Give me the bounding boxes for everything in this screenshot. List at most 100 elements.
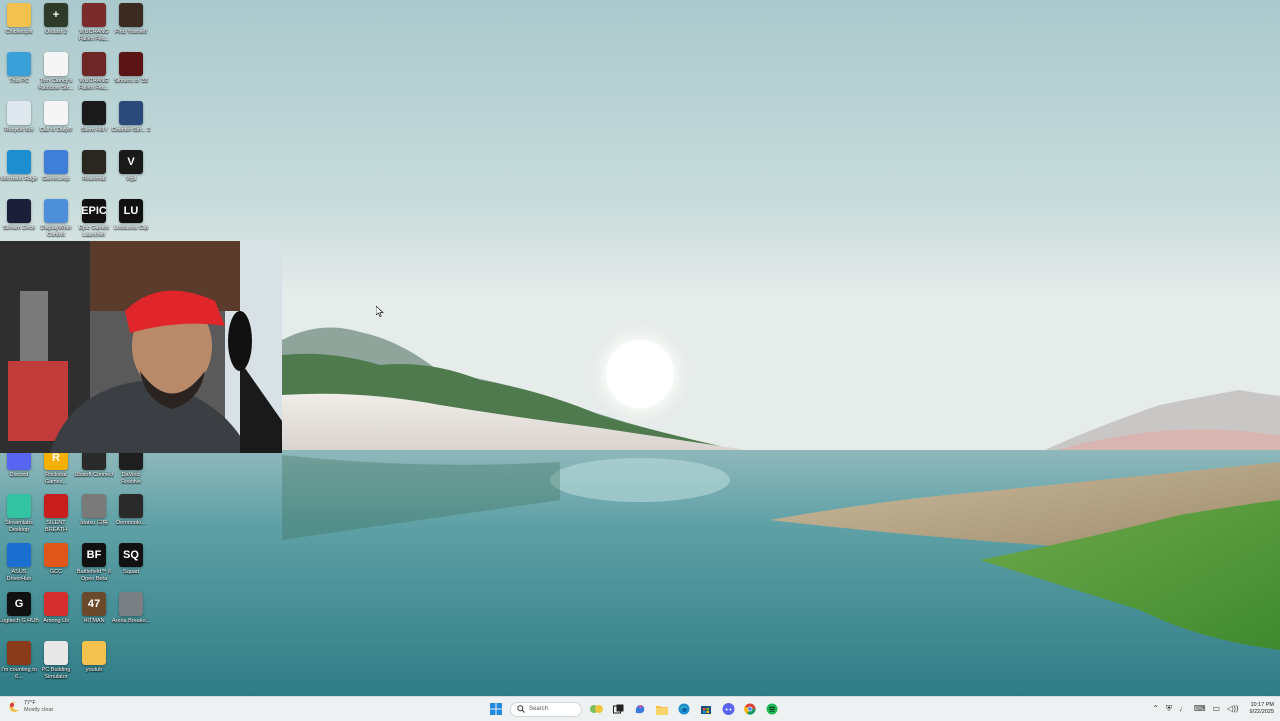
file-icon [44,52,68,76]
desktop-icon[interactable]: Recycle Bin [0,101,38,134]
desktop-icon[interactable]: + Outlast 2 [37,3,75,36]
taskbar-search-box[interactable]: Search [510,701,582,717]
webcam-overlay [0,241,282,453]
desktop-icon[interactable]: DisplayWrite Control [37,199,75,238]
spotify-button[interactable] [764,701,780,717]
desktop-icon[interactable]: EPIC Epic Games Launcher [75,199,113,238]
desktop-icon[interactable]: V Vigil [112,150,150,183]
desktop-icon[interactable]: youtub [75,641,113,674]
desktop-icon-label: Stream Deck [3,225,35,231]
weather-widget[interactable]: 77°F Mostly clear [8,700,53,714]
desktop-icon[interactable]: SILENT BREATH [37,494,75,533]
desktop-icon-label: Idatsu 目標 [80,520,108,526]
discord-button[interactable] [720,701,736,717]
desktop-icon-label: Silent Hill f [81,127,107,133]
weather-temperature: 77°F [24,700,36,706]
desktop-icon[interactable]: Silent Hill f [75,101,113,134]
stream-deck-icon [7,199,31,223]
display-icon [44,199,68,223]
desktop-icon[interactable]: LU LossLess Clip [112,199,150,232]
desktop-icon-label: Recycle Bin [4,127,34,133]
language-icon[interactable]: ⌨ [1194,705,1206,713]
demonologist-icon [119,494,143,518]
lossless-icon: LU [119,199,143,223]
desktop-icon[interactable]: Reanimal [75,150,113,183]
recycle-bin-icon [7,101,31,125]
gameloop-icon [44,150,68,174]
silent-hill-icon [82,101,106,125]
desktop-icon[interactable]: Demonolo... [112,494,150,527]
search-icon [517,705,525,713]
desktop-icon-label: Squad [123,569,139,575]
desktop-icon[interactable]: Idatsu 目標 [75,494,113,527]
reanimal-icon [82,150,106,174]
copilot-button[interactable] [632,701,648,717]
vigil-icon: V [119,150,143,174]
idatsu-icon [82,494,106,518]
desktop-icon-label: HITMAN [83,618,105,624]
desktop-icon[interactable]: I'm counting to 6... [0,641,38,680]
desktop-icon[interactable]: GCC [37,543,75,576]
desktop-icon-label: SILENT BREATH [45,520,67,533]
taskbar: 77°F Mostly clear Search ⌃ ⛨ ♩ ⌨ ▭ ◁)) 1… [0,696,1280,721]
desktop-icon[interactable]: Microsoft Edge [0,150,38,183]
windows-logo-icon [490,703,502,715]
weather-condition: Mostly clear [24,707,54,713]
desktop-icon[interactable]: Find Yourself [112,3,150,36]
desktop-icon-label: Demonolo... [116,520,146,526]
epic-games-icon: EPIC [82,199,106,223]
desktop-icon[interactable]: Arena Breako... [112,592,150,625]
desktop-icon[interactable]: Chickenpix [0,3,38,36]
tray-app-icon[interactable]: ⛨ [1166,705,1172,713]
store-button[interactable] [698,701,714,717]
microphone-icon[interactable]: ♩ [1179,705,1187,713]
desktop-icon[interactable]: Among Us [37,592,75,625]
desktop-icon[interactable]: G Logitech G HUB [0,592,39,625]
desktop-icon[interactable]: Tom Clancy's Rainbow Six... [37,52,75,91]
copilot-icon [635,705,645,714]
desktop-icon-label: GCC [49,569,63,575]
desktop-icon-label: WUCHANG Fallen Fea... [78,29,110,42]
desktop-icon[interactable]: PC Building Simulator [37,641,75,680]
show-hidden-icons-chevron-icon[interactable]: ⌃ [1152,705,1159,713]
desktop-icon-label: Find Yourself [115,29,147,35]
desktop-icon[interactable]: Counter-Stri... 2 [112,101,150,134]
volume-icon[interactable]: ◁)) [1227,705,1238,713]
chrome-button[interactable] [742,701,758,717]
desktop-icon[interactable]: BF Battlefield™ 6 Open Beta [75,543,113,582]
battlefield-icon: BF [82,543,106,567]
desktop-icon[interactable]: 47 HITMAN [75,592,113,625]
find-yourself-icon [119,3,143,27]
desktop-icon[interactable]: WUCHANG Fallen Fea... [75,52,113,91]
desktop-icon[interactable]: Call of Duty® [37,101,75,134]
desktop-icon-label: PC Building Simulator [41,667,71,680]
desktop-icon-label: Tom Clancy's Rainbow Six... [38,78,74,91]
game-icon [119,52,143,76]
file-explorer-button[interactable] [654,701,670,717]
desktop-icon[interactable]: Streamlabs Desktop [0,494,38,533]
clock-date: 9/22/2025 [1249,709,1274,715]
hitman-icon: 47 [82,592,106,616]
network-icon[interactable]: ▭ [1212,705,1220,713]
desktop-icon-label: Rockstar Games... [44,472,68,485]
clock[interactable]: 10:17 PM 9/22/2025 [1250,702,1274,716]
silent-breath-icon [44,494,68,518]
desktop-icon[interactable]: SQ Squad [112,543,150,576]
desktop-icon[interactable]: This PC [0,52,38,85]
desktop-icon[interactable]: WUCHANG Fallen Fea... [75,3,113,42]
desktop-icon[interactable]: Stream Deck [0,199,38,232]
desktop-icon-label: Chickenpix [5,29,33,35]
desktop-icon[interactable]: ASUS DriverHub [0,543,38,582]
task-view-button[interactable] [610,701,626,717]
desktop-icon-label: Battlefield™ 6 Open Beta [76,569,112,582]
desktop-icon[interactable]: GameLoop [37,150,75,183]
start-button[interactable] [488,701,504,717]
widgets-button[interactable] [588,701,604,717]
edge-button[interactable] [676,701,692,717]
widgets-icon [589,705,603,713]
desktop-icon-label: youtub [85,667,103,673]
desktop-icon-label: GameLoop [42,176,70,182]
edge-icon [7,150,31,174]
desktop-icon-label: Sinners of '33 [114,78,148,84]
desktop-icon[interactable]: Sinners of '33 [112,52,150,85]
